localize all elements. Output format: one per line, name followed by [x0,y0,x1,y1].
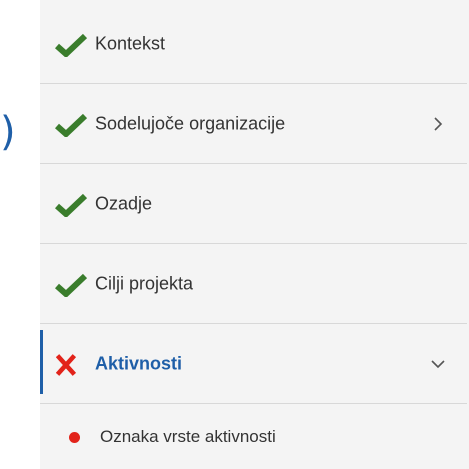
paren-glyph: ) [0,109,16,155]
checkmark-icon [55,273,88,297]
nav-item-ozadje[interactable]: Ozadje [40,164,467,244]
checkmark-icon [55,33,88,57]
nav-item-label: Kontekst [95,33,166,54]
sub-item-label: Oznaka vrste aktivnosti [100,427,276,446]
nav-item-kontekst[interactable]: Kontekst [40,4,467,84]
nav-item-label: Sodelujoče organizacije [95,113,286,134]
step-navigation: Kontekst Sodelujoče organizacije Ozadje [40,0,469,469]
sub-item-oznaka-vrste-aktivnosti[interactable]: Oznaka vrste aktivnosti [40,404,467,469]
checkmark-icon [55,113,88,137]
cross-icon [56,354,77,376]
nav-item-sodelujoce-organizacije[interactable]: Sodelujoče organizacije [40,84,467,164]
nav-item-label: Aktivnosti [95,353,183,374]
nav-item-cilji-projekta[interactable]: Cilji projekta [40,244,467,324]
nav-item-label: Cilji projekta [95,273,194,294]
chevron-down-icon[interactable] [431,357,445,371]
chevron-right-icon[interactable] [431,117,445,131]
nav-item-label: Ozadje [95,193,153,214]
checkmark-icon [55,193,88,217]
nav-item-aktivnosti[interactable]: Aktivnosti [40,324,467,404]
red-dot-icon [69,432,80,443]
screen: ) Kontekst Sodelujoče organizacije Ozadj… [0,0,469,469]
